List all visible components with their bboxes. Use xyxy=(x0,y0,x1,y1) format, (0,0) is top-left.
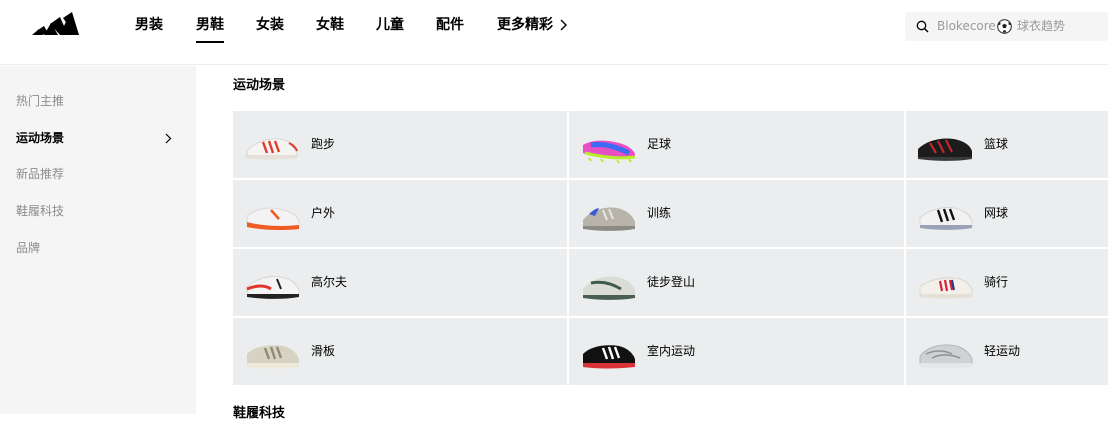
nav-item-accessories[interactable]: 配件 xyxy=(436,15,464,35)
basketball-shoe-image xyxy=(914,117,976,172)
football-boot-image xyxy=(577,117,639,172)
tennis-shoe-image xyxy=(914,186,976,241)
nav-item-womens-apparel[interactable]: 女装 xyxy=(256,15,284,35)
sidebar-item-shoe-tech[interactable]: 鞋履科技 xyxy=(16,203,186,219)
tile-label: 户外 xyxy=(311,206,336,220)
tile-label: 室内运动 xyxy=(647,344,696,358)
tile-hiking[interactable]: 徒步登山 xyxy=(569,249,904,316)
outdoor-shoe-image xyxy=(241,186,303,241)
sidebar-item-sport-scenes[interactable]: 运动场景 xyxy=(16,130,186,146)
tile-football[interactable]: 足球 xyxy=(569,111,904,178)
hiking-shoe-image xyxy=(577,255,639,310)
adidas-logo[interactable] xyxy=(30,9,80,41)
skate-shoe-image xyxy=(241,324,303,379)
soccer-ball-icon xyxy=(997,19,1012,34)
sidebar-item-new-arrivals[interactable]: 新品推荐 xyxy=(16,166,186,182)
search-placeholder-left: Blokecore xyxy=(937,19,996,33)
tile-label: 篮球 xyxy=(984,137,1009,151)
tile-tennis[interactable]: 网球 xyxy=(906,180,1108,247)
cycling-shoe-image xyxy=(914,255,976,310)
nav-item-mens-apparel[interactable]: 男装 xyxy=(135,15,163,35)
nav-item-mens-shoes[interactable]: 男鞋 xyxy=(196,15,224,43)
nav-item-kids[interactable]: 儿童 xyxy=(376,15,404,35)
indoor-shoe-image xyxy=(577,324,639,379)
tile-running[interactable]: 跑步 xyxy=(233,111,567,178)
top-header: 男装 男鞋 女装 女鞋 儿童 配件 更多精彩 Blokecore 球衣趋势 xyxy=(0,0,1108,65)
sidebar-item-label: 新品推荐 xyxy=(16,167,65,181)
tile-light-sports[interactable]: 轻运动 xyxy=(906,318,1108,385)
tile-label: 滑板 xyxy=(311,344,336,358)
tile-label: 跑步 xyxy=(311,137,336,151)
sidebar-item-brands[interactable]: 品牌 xyxy=(16,240,186,256)
tile-label: 网球 xyxy=(984,206,1009,220)
search-box[interactable]: Blokecore 球衣趋势 xyxy=(905,12,1108,41)
sidebar-item-hot-picks[interactable]: 热门主推 xyxy=(16,93,186,109)
tile-label: 徒步登山 xyxy=(647,275,696,289)
chevron-right-icon xyxy=(165,133,172,144)
next-section-title: 鞋履科技 xyxy=(233,406,286,421)
tile-training[interactable]: 训练 xyxy=(569,180,904,247)
nav-item-more[interactable]: 更多精彩 xyxy=(497,15,553,35)
tile-golf[interactable]: 高尔夫 xyxy=(233,249,567,316)
nav-item-womens-shoes[interactable]: 女鞋 xyxy=(316,15,344,35)
sidebar-item-label: 品牌 xyxy=(16,241,41,255)
training-shoe-image xyxy=(577,186,639,241)
tile-label: 轻运动 xyxy=(984,344,1021,358)
sport-scene-grid: 跑步 足球 篮球 户外 训练 网球 高尔夫 徒步登山 骑行 滑板 室内运动 轻运… xyxy=(233,111,1108,387)
tile-basketball[interactable]: 篮球 xyxy=(906,111,1108,178)
search-placeholder-right: 球衣趋势 xyxy=(1017,19,1066,33)
tile-label: 足球 xyxy=(647,137,672,151)
sidebar-item-label: 鞋履科技 xyxy=(16,204,65,218)
sidebar-item-label: 热门主推 xyxy=(16,94,65,108)
running-shoe-image xyxy=(241,117,303,172)
tile-skateboarding[interactable]: 滑板 xyxy=(233,318,567,385)
golf-shoe-image xyxy=(241,255,303,310)
chevron-right-icon[interactable] xyxy=(560,19,568,31)
light-sports-shoe-image xyxy=(914,324,976,379)
tile-label: 高尔夫 xyxy=(311,275,348,289)
tile-cycling[interactable]: 骑行 xyxy=(906,249,1108,316)
tile-outdoor[interactable]: 户外 xyxy=(233,180,567,247)
category-sidebar: 热门主推 运动场景 新品推荐 鞋履科技 品牌 xyxy=(0,66,196,414)
tile-label: 骑行 xyxy=(984,275,1009,289)
section-title: 运动场景 xyxy=(233,78,286,93)
sidebar-item-label: 运动场景 xyxy=(16,131,65,145)
tile-label: 训练 xyxy=(647,206,672,220)
tile-indoor[interactable]: 室内运动 xyxy=(569,318,904,385)
search-icon xyxy=(916,20,929,33)
